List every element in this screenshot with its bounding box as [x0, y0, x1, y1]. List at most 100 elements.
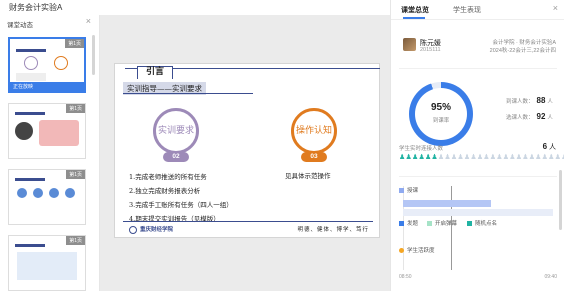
list-item: 1.完成老师推送的所有任务	[129, 173, 207, 181]
thumb-circle	[24, 56, 38, 70]
page-badge: 第1页	[66, 170, 85, 179]
unit: 人	[547, 115, 553, 121]
legend-swatch	[399, 188, 404, 194]
teacher-id: 2015111	[420, 47, 441, 53]
divider	[123, 221, 373, 222]
page-badge: 第1页	[66, 236, 85, 245]
class-info: 2024秋-22会计三,22会计四	[489, 48, 556, 54]
legend-swatch	[399, 248, 404, 254]
legend-swatch	[399, 221, 404, 227]
thumb-circle	[17, 188, 27, 198]
legend-swatch	[467, 221, 472, 227]
tab-overview[interactable]: 课堂总览	[401, 5, 429, 15]
timeline-current-marker[interactable]	[451, 186, 452, 270]
legend-post: 发题	[399, 219, 418, 227]
scrollbar[interactable]	[92, 35, 95, 75]
slide-thumbnail[interactable]: 第1页	[8, 169, 86, 225]
school-name: 重庆财经学院	[140, 227, 174, 233]
unit: 人	[549, 144, 556, 151]
legend-label: 学生活跃度	[407, 248, 435, 254]
selected-stat: 选课人数： 92 人	[506, 112, 553, 121]
attendance-donut: 95% 到课率	[409, 82, 473, 146]
number-pill: 03	[301, 152, 327, 162]
page-badge: 第1页	[66, 104, 85, 113]
legend-danmu: 开启弹幕	[427, 219, 457, 227]
arrived-label: 到课人数：	[506, 99, 534, 105]
donut-center: 95% 到课率	[415, 88, 467, 140]
requirement-circle: 实训要求	[153, 108, 199, 154]
legend-label: 授课	[407, 188, 419, 194]
slide-title: 引言	[137, 66, 174, 79]
legend-teaching: 授课	[399, 186, 418, 194]
list-item: 2.独立完成财务报表分析	[129, 187, 201, 195]
slide-thumbnail[interactable]: 第1页	[8, 103, 86, 159]
close-icon[interactable]: ×	[553, 3, 558, 13]
playing-status: 正在放映	[10, 82, 84, 91]
legend-swatch	[427, 221, 432, 227]
panel-tabs: 课堂总览 学生表现	[391, 0, 564, 20]
teaching-bar	[403, 200, 491, 207]
divider	[123, 93, 253, 94]
slide-thumbnail[interactable]: 第1页 正在放映	[8, 37, 86, 93]
active-tab-indicator	[403, 17, 425, 19]
timeline-start: 08:50	[399, 274, 412, 280]
timeline-end: 09:40	[544, 274, 557, 280]
operation-circle: 操作认知	[291, 108, 337, 154]
divider	[399, 68, 557, 69]
thumb-circle	[15, 122, 33, 140]
thumb-title-bar	[15, 112, 45, 115]
attendance-label: 到课率	[432, 118, 450, 124]
page-badge: 第1页	[65, 39, 84, 48]
selected-label: 选课人数：	[506, 115, 534, 121]
teaching-track	[403, 209, 553, 216]
arrived-count: 88	[536, 96, 546, 105]
operation-note: 见具体示范操作	[285, 172, 331, 180]
legend-label: 随机点名	[475, 221, 498, 227]
app-title: 财务会计实验A	[9, 3, 63, 12]
legend-label: 开启弹幕	[435, 221, 458, 227]
legend-label: 发题	[407, 221, 419, 227]
current-slide: 引言 实训指导——实训要求 实训要求 02 操作认知 03 1.完成老师推送的所…	[114, 63, 380, 238]
scrollbar[interactable]	[559, 170, 562, 230]
slides-panel: 课堂动态 × 第1页 正在放映 第1页 第1页 第1页	[0, 15, 100, 291]
thumb-circle	[65, 188, 75, 198]
thumb-shape	[17, 252, 77, 280]
circle-label: 操作认知	[295, 126, 332, 136]
selected-count: 92	[536, 112, 546, 121]
live-count: 6	[542, 142, 548, 151]
legend-activity: 学生活跃度	[399, 246, 435, 254]
slides-panel-header: 课堂动态 ×	[0, 15, 99, 32]
unit: 人	[547, 99, 553, 105]
circle-label: 实训要求	[157, 126, 194, 136]
thumb-text	[16, 73, 46, 81]
class-timeline: 授课 发题 开启弹幕 随机点名 学生活跃度 08:50 09:40	[399, 186, 557, 286]
thumb-shape	[39, 120, 79, 146]
requirement-list: 1.完成老师推送的所有任务 2.独立完成财务报表分析 3.完成手工账所有任务（四…	[129, 170, 233, 226]
live-connections-count: 6 人	[543, 142, 556, 152]
thumb-circle	[54, 56, 68, 70]
legend-random: 随机点名	[467, 219, 497, 227]
school-motto: 明德、健体、博学、笃行	[297, 227, 369, 233]
number-pill: 02	[163, 152, 189, 162]
thumb-circle	[33, 188, 43, 198]
student-connection-icons: ♟♟♟♟♟♟♟♟♟♟♟♟♟♟♟♟♟♟♟♟♟♟♟♟♟♟♟♟	[399, 153, 564, 161]
seal-icon	[129, 225, 137, 234]
attendance-percent: 95%	[430, 102, 451, 113]
live-connections-label: 学生实时连接人数	[399, 146, 444, 152]
arrived-stat: 到课人数： 88 人	[506, 96, 553, 105]
timeline-axis	[403, 186, 404, 270]
avatar	[403, 38, 416, 51]
slide-stage: 引言 实训指导——实训要求 实训要求 02 操作认知 03 1.完成老师推送的所…	[100, 15, 390, 291]
overview-panel: 课堂总览 学生表现 × 陈元媛 2015111 会计学院 · 财务会计实验A 2…	[390, 0, 564, 291]
slide-thumbnail[interactable]: 第1页	[8, 235, 86, 291]
tab-student-performance[interactable]: 学生表现	[453, 5, 481, 15]
school-logo: 重庆财经学院	[129, 225, 173, 234]
thumb-title-bar	[16, 49, 46, 52]
thumb-title-bar	[15, 244, 45, 247]
thumb-title-bar	[15, 178, 45, 181]
course-info: 会计学院 · 财务会计实验A	[492, 40, 556, 46]
app-titlebar: 财务会计实验A	[0, 0, 395, 15]
panel-title: 课堂动态	[7, 22, 33, 29]
close-icon[interactable]: ×	[86, 17, 91, 26]
divider	[399, 176, 557, 177]
